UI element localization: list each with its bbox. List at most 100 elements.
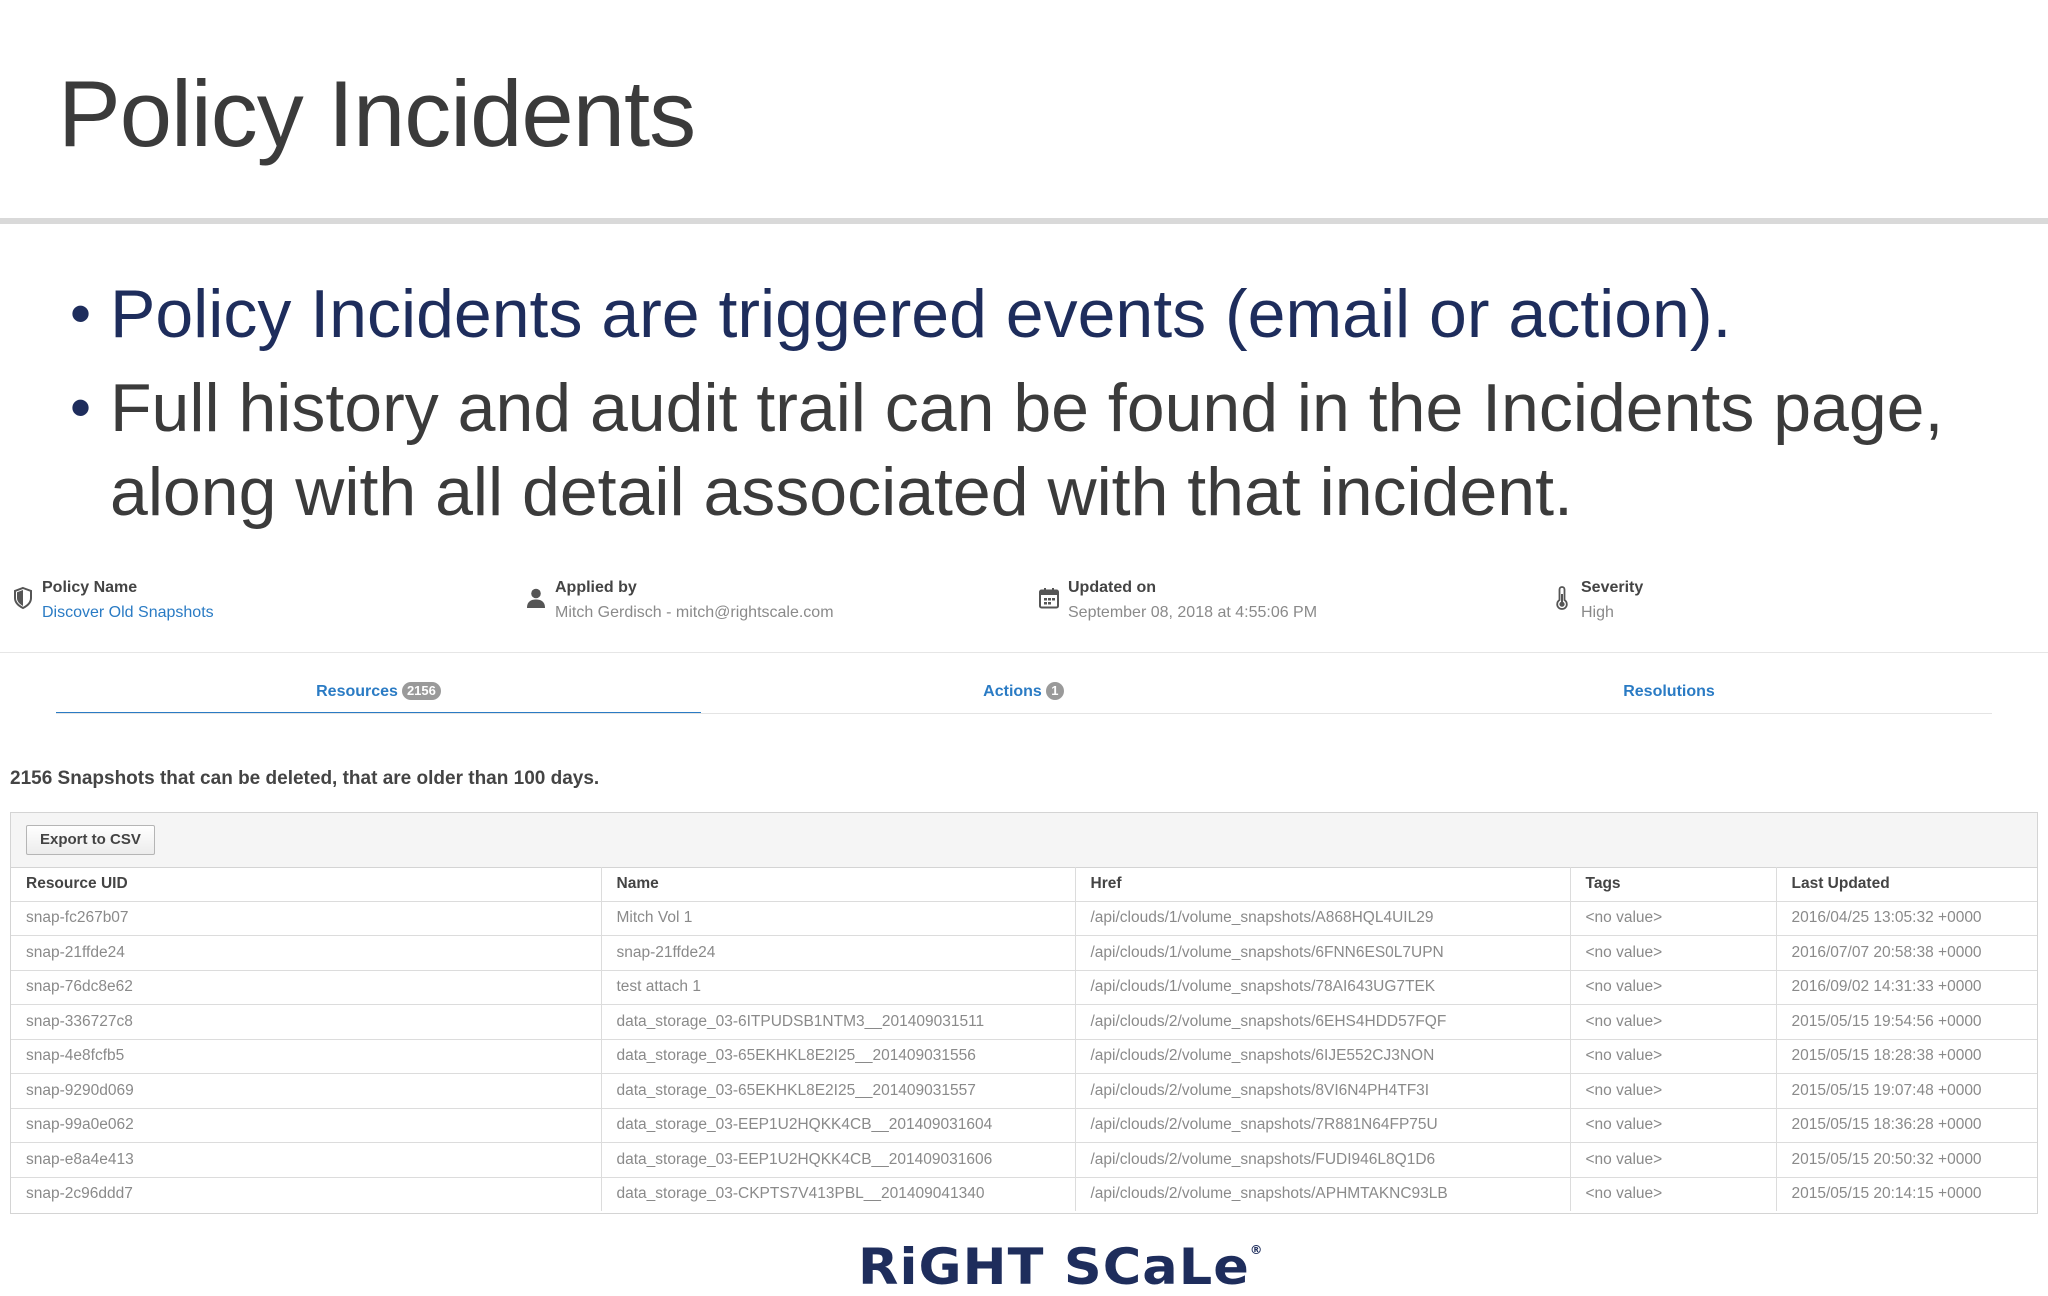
table-row[interactable]: snap-9290d069 data_storage_03-65EKHKL8E2…: [11, 1073, 2037, 1109]
cell-resource-uid: snap-fc267b07: [11, 901, 602, 936]
resources-table: Resource UID Name Href Tags Last Updated…: [11, 867, 2037, 1211]
meta-label: Severity: [1581, 579, 1644, 596]
shield-icon: [14, 586, 32, 610]
cell-name: Mitch Vol 1: [601, 901, 1076, 936]
cell-last-updated: 2016/09/02 14:31:33 +0000: [1776, 970, 2037, 1005]
cell-name: test attach 1: [601, 970, 1076, 1005]
cell-resource-uid: snap-4e8fcfb5: [11, 1039, 602, 1074]
rightscale-logo: RiGHT SCaLe®: [858, 1222, 1263, 1295]
logo-text: RiGHT SCaLe: [858, 1238, 1250, 1296]
cell-last-updated: 2015/05/15 19:07:48 +0000: [1776, 1073, 2037, 1109]
cell-last-updated: 2016/07/07 20:58:38 +0000: [1776, 935, 2037, 971]
meta-value: High: [1581, 604, 1614, 621]
resources-panel: Export to CSV Resource UID Name Href Tag…: [10, 812, 2038, 1214]
cell-last-updated: 2015/05/15 20:50:32 +0000: [1776, 1142, 2037, 1178]
cell-resource-uid: snap-99a0e062: [11, 1108, 602, 1143]
tabs-underline: [56, 713, 1992, 714]
cell-tags: <no value>: [1570, 970, 1777, 1005]
cell-href: /api/clouds/2/volume_snapshots/6EHS4HDD5…: [1075, 1004, 1571, 1040]
cell-name: snap-21ffde24: [601, 935, 1076, 971]
table-row[interactable]: snap-e8a4e413 data_storage_03-EEP1U2HQKK…: [11, 1142, 2037, 1178]
count-badge: 2156: [401, 682, 441, 700]
cell-href: /api/clouds/2/volume_snapshots/7R881N64F…: [1075, 1108, 1571, 1143]
cell-tags: <no value>: [1570, 901, 1777, 936]
cell-tags: <no value>: [1570, 1177, 1777, 1211]
cell-name: data_storage_03-6ITPUDSB1NTM3__201409031…: [601, 1004, 1076, 1040]
incident-tabs: Resources 2156 Actions 1 Resolutions: [56, 672, 1992, 714]
tab-label: Resources: [316, 683, 398, 700]
column-header-resource-uid[interactable]: Resource UID: [11, 867, 602, 902]
cell-tags: <no value>: [1570, 1004, 1777, 1040]
cell-last-updated: 2015/05/15 19:54:56 +0000: [1776, 1004, 2037, 1040]
table-row[interactable]: snap-fc267b07 Mitch Vol 1 /api/clouds/1/…: [11, 901, 2037, 936]
tab-resolutions[interactable]: Resolutions: [1346, 672, 1992, 712]
cell-href: /api/clouds/1/volume_snapshots/6FNN6ES0L…: [1075, 935, 1571, 971]
cell-href: /api/clouds/1/volume_snapshots/A868HQL4U…: [1075, 901, 1571, 936]
cell-name: data_storage_03-CKPTS7V413PBL__201409041…: [601, 1177, 1076, 1211]
cell-href: /api/clouds/2/volume_snapshots/FUDI946L8…: [1075, 1142, 1571, 1178]
user-icon: [527, 588, 545, 608]
column-header-tags[interactable]: Tags: [1570, 867, 1777, 902]
count-badge: 1: [1045, 682, 1064, 700]
registered-mark: ®: [1249, 1243, 1263, 1257]
resources-summary: 2156 Snapshots that can be deleted, that…: [10, 768, 600, 789]
table-row[interactable]: snap-21ffde24 snap-21ffde24 /api/clouds/…: [11, 935, 2037, 971]
cell-href: /api/clouds/2/volume_snapshots/6IJE552CJ…: [1075, 1039, 1571, 1074]
bullet-item: • Policy Incidents are triggered events …: [66, 272, 2026, 356]
cell-resource-uid: snap-76dc8e62: [11, 970, 602, 1005]
cell-href: /api/clouds/2/volume_snapshots/8VI6N4PH4…: [1075, 1073, 1571, 1109]
bullet-dot: •: [70, 374, 92, 441]
cell-tags: <no value>: [1570, 935, 1777, 971]
bullet-dot: •: [70, 280, 92, 347]
cell-last-updated: 2015/05/15 20:14:15 +0000: [1791, 1185, 1982, 1203]
column-header-href[interactable]: Href: [1075, 867, 1571, 902]
cell-last-updated: 2015/05/15 18:36:28 +0000: [1776, 1108, 2037, 1143]
calendar-icon: [1039, 588, 1059, 609]
cell-name: data_storage_03-EEP1U2HQKK4CB__201409031…: [601, 1142, 1076, 1178]
table-toolbar: Export to CSV: [11, 813, 2037, 868]
cell-href: /api/clouds/1/volume_snapshots/78AI643UG…: [1075, 970, 1571, 1005]
table-header-row: Resource UID Name Href Tags Last Updated: [11, 867, 2037, 902]
meta-label: Policy Name: [42, 579, 138, 596]
cell-last-updated: 2016/04/25 13:05:32 +0000: [1776, 901, 2037, 936]
thermometer-icon: [1556, 586, 1568, 610]
table-row[interactable]: snap-2c96ddd7 data_storage_03-CKPTS7V413…: [11, 1177, 2037, 1211]
bullet-text: Full history and audit trail can be foun…: [110, 370, 1944, 446]
cell-resource-uid: snap-2c96ddd7: [11, 1177, 602, 1211]
table-row[interactable]: snap-76dc8e62 test attach 1 /api/clouds/…: [11, 970, 2037, 1005]
tab-actions[interactable]: Actions 1: [701, 672, 1346, 712]
table-row[interactable]: snap-99a0e062 data_storage_03-EEP1U2HQKK…: [11, 1108, 2037, 1143]
column-header-last-updated[interactable]: Last Updated: [1776, 867, 2037, 902]
cell-tags: <no value>: [1570, 1142, 1777, 1178]
table-row[interactable]: snap-4e8fcfb5 data_storage_03-65EKHKL8E2…: [11, 1039, 2037, 1074]
slide-title: Policy Incidents: [58, 61, 696, 166]
cell-last-updated: 2015/05/15 18:28:38 +0000: [1776, 1039, 2037, 1074]
cell-tags: <no value>: [1570, 1039, 1777, 1074]
meta-value: Mitch Gerdisch - mitch@rightscale.com: [555, 604, 834, 621]
tab-resources[interactable]: Resources 2156: [56, 672, 701, 714]
bullet-text-continued: along with all detail associated with th…: [110, 454, 1573, 530]
cell-resource-uid: snap-336727c8: [11, 1004, 602, 1040]
cell-resource-uid: snap-21ffde24: [11, 935, 602, 971]
export-csv-button[interactable]: Export to CSV: [26, 825, 155, 855]
bullet-text: Policy Incidents are triggered events (e…: [110, 276, 1732, 352]
meta-divider: [0, 652, 2048, 653]
policy-name-link[interactable]: Discover Old Snapshots: [42, 604, 214, 622]
meta-label: Applied by: [555, 579, 637, 596]
meta-value: September 08, 2018 at 4:55:06 PM: [1068, 604, 1318, 621]
cell-tags: <no value>: [1570, 1108, 1777, 1143]
cell-href: /api/clouds/2/volume_snapshots/APHMTAKNC…: [1075, 1177, 1571, 1211]
bullet-list: • Policy Incidents are triggered events …: [66, 272, 2026, 534]
cell-name: data_storage_03-65EKHKL8E2I25__201409031…: [601, 1039, 1076, 1074]
column-header-name[interactable]: Name: [601, 867, 1076, 902]
tab-label: Actions: [983, 683, 1042, 700]
cell-resource-uid: snap-e8a4e413: [11, 1142, 602, 1178]
cell-name: data_storage_03-EEP1U2HQKK4CB__201409031…: [601, 1108, 1076, 1143]
cell-tags: <no value>: [1570, 1073, 1777, 1109]
meta-label: Updated on: [1068, 579, 1156, 596]
title-divider: [0, 218, 2048, 224]
table-row[interactable]: snap-336727c8 data_storage_03-6ITPUDSB1N…: [11, 1004, 2037, 1040]
bullet-item: • Full history and audit trail can be fo…: [66, 366, 2026, 534]
incident-meta: Policy Name Discover Old Snapshots Appli…: [0, 575, 2048, 655]
cell-resource-uid: snap-9290d069: [11, 1073, 602, 1109]
